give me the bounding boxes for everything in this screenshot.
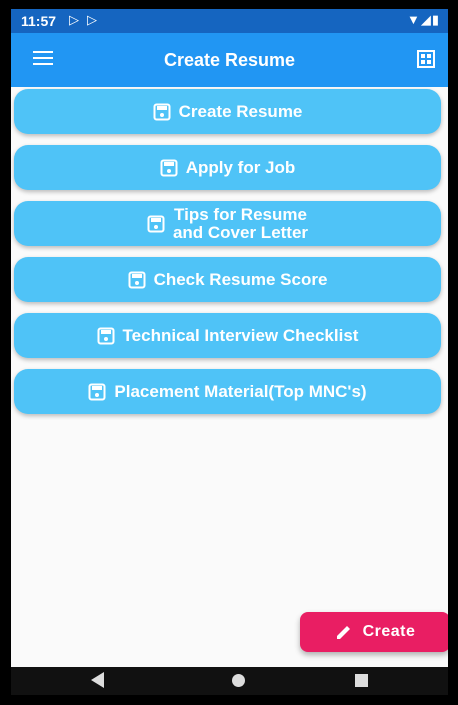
status-bar: 11:57 ▷ ▷ ▼◢▮ bbox=[11, 9, 448, 33]
battery-icon: ▮ bbox=[431, 12, 440, 27]
create-resume-button[interactable]: Create Resume bbox=[14, 89, 441, 134]
save-icon bbox=[147, 215, 165, 232]
pencil-icon bbox=[336, 626, 350, 639]
save-icon bbox=[160, 159, 178, 176]
button-label: Tips for Resume and Cover Letter bbox=[172, 204, 309, 242]
apply-for-job-button[interactable]: Apply for Job bbox=[14, 145, 441, 190]
button-label-line2: and Cover Letter bbox=[172, 222, 309, 242]
save-icon bbox=[97, 327, 115, 344]
create-fab-button[interactable]: Create bbox=[300, 612, 448, 652]
save-icon bbox=[88, 383, 106, 400]
button-label: Placement Material(Top MNC's) bbox=[114, 381, 367, 401]
home-icon[interactable] bbox=[232, 674, 245, 687]
status-time: 11:57 bbox=[21, 13, 57, 29]
play-store-icon: ▷ bbox=[69, 12, 79, 27]
fab-label: Create bbox=[362, 623, 416, 640]
check-resume-score-button[interactable]: Check Resume Score bbox=[14, 257, 441, 302]
button-label-line1: Tips for Resume bbox=[174, 204, 307, 224]
technical-interview-checklist-button[interactable]: Technical Interview Checklist bbox=[14, 313, 441, 358]
wifi-icon: ▼ bbox=[406, 12, 421, 27]
tips-resume-cover-letter-button[interactable]: Tips for Resume and Cover Letter bbox=[14, 201, 441, 246]
status-right-icons: ▼◢▮ bbox=[407, 12, 440, 28]
phone-screen: 11:57 ▷ ▷ ▼◢▮ Create Resume Create Resum… bbox=[11, 9, 448, 695]
grid-icon[interactable] bbox=[416, 49, 436, 69]
save-icon bbox=[128, 271, 146, 288]
placement-material-button[interactable]: Placement Material(Top MNC's) bbox=[14, 369, 441, 414]
button-label: Create Resume bbox=[178, 101, 303, 121]
button-label: Technical Interview Checklist bbox=[122, 325, 359, 345]
button-label: Apply for Job bbox=[185, 157, 296, 177]
page-title: Create Resume bbox=[163, 50, 296, 70]
button-label: Check Resume Score bbox=[153, 269, 328, 289]
signal-icon: ◢ bbox=[420, 12, 432, 27]
back-icon[interactable] bbox=[91, 672, 104, 688]
save-icon bbox=[153, 103, 171, 120]
system-nav-bar bbox=[11, 667, 448, 695]
play-store-icon: ▷ bbox=[87, 12, 97, 27]
recents-icon[interactable] bbox=[355, 674, 368, 687]
app-bar: Create Resume bbox=[11, 33, 448, 87]
